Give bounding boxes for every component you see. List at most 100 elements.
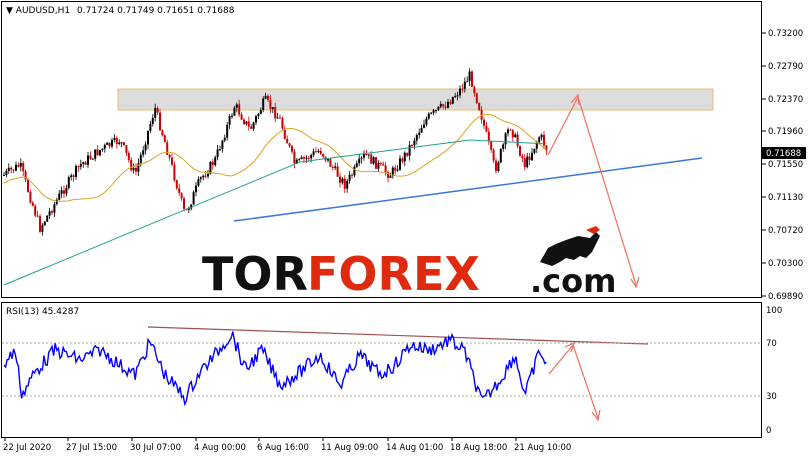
candle-body — [223, 137, 226, 141]
candle-body — [108, 142, 111, 147]
candle-body — [183, 198, 185, 209]
candle-body — [509, 129, 512, 131]
candle-body — [211, 161, 214, 166]
candle-body — [365, 153, 368, 156]
candle-body — [264, 95, 267, 99]
candle-body — [336, 166, 339, 177]
candle-body — [53, 204, 56, 213]
candle-body — [175, 180, 178, 189]
candle-body — [75, 166, 77, 177]
candle-body — [235, 104, 238, 108]
rsi-tick-label: 70 — [766, 339, 777, 349]
rsi-header: RSI(13) 45.4287 — [6, 307, 79, 317]
candle-body — [91, 158, 94, 160]
candle-body — [115, 137, 118, 144]
candle-body — [72, 175, 75, 177]
candle-body — [399, 158, 401, 170]
candle-body — [411, 145, 413, 147]
candle-body — [31, 202, 34, 206]
candle-body — [540, 134, 543, 138]
candle-body — [209, 161, 212, 174]
candle-body — [403, 152, 406, 162]
candle-body — [451, 97, 454, 104]
candle-body — [312, 151, 315, 155]
candle-body — [425, 118, 428, 125]
candle-body — [473, 86, 476, 94]
candle-body — [271, 107, 274, 109]
candle-body — [437, 106, 440, 111]
candle-body — [125, 145, 128, 153]
candle-body — [315, 151, 317, 153]
candle-body — [459, 88, 461, 96]
candle-body — [70, 175, 73, 178]
time-tick-label: 6 Aug 16:00 — [257, 443, 309, 453]
candle-body — [228, 116, 231, 125]
chart-canvas[interactable]: TOR FOREX .com ▼ AUDUSD,H1 0.71724 0.717… — [0, 0, 808, 458]
candle-body — [420, 127, 423, 133]
candle-body — [118, 142, 121, 144]
candle-body — [418, 132, 421, 135]
candle-body — [286, 138, 289, 144]
candle-body — [238, 104, 241, 115]
candle-body — [207, 173, 209, 177]
candle-body — [120, 142, 123, 144]
candle-body — [233, 107, 236, 116]
candle-body — [204, 175, 207, 177]
candle-body — [147, 130, 149, 145]
candle-body — [343, 178, 346, 189]
candle-body — [3, 174, 5, 176]
price-tick-label: 0.70300 — [768, 259, 803, 269]
candle-body — [307, 157, 310, 159]
candle-body — [485, 125, 488, 132]
candle-body — [132, 167, 135, 171]
candle-body — [139, 154, 142, 164]
candle-body — [523, 158, 526, 168]
price-chart-window[interactable]: TOR FOREX .com ▼ AUDUSD,H1 0.71724 0.717… — [0, 0, 808, 458]
candle-body — [202, 175, 205, 178]
candle-body — [245, 121, 248, 124]
candle-body — [48, 211, 51, 216]
candle-body — [89, 155, 92, 159]
candle-body — [166, 142, 169, 155]
candle-body — [468, 71, 471, 82]
candle-body — [19, 163, 22, 167]
candle-body — [46, 215, 49, 222]
time-tick-label: 21 Aug 10:00 — [514, 443, 571, 453]
logo-text-com: .com — [530, 262, 616, 300]
candle-body — [60, 190, 63, 194]
candle-body — [442, 104, 445, 107]
candle-body — [291, 146, 293, 152]
candle-body — [247, 121, 250, 127]
candle-body — [521, 155, 524, 159]
candle-body — [10, 167, 13, 170]
candle-body — [163, 135, 166, 143]
candle-body — [367, 154, 370, 156]
candle-body — [423, 124, 425, 128]
candle-body — [507, 129, 509, 134]
candle-body — [173, 164, 176, 181]
candle-body — [197, 179, 200, 186]
rsi-tick-label: 0 — [766, 426, 771, 436]
candle-body — [463, 81, 466, 89]
candle-body — [94, 149, 97, 159]
candle-body — [401, 158, 404, 162]
candle-body — [219, 149, 221, 151]
candle-body — [151, 117, 154, 124]
candle-body — [372, 157, 375, 164]
price-tick-label: 0.73200 — [768, 29, 803, 39]
price-tick-label: 0.72370 — [768, 95, 803, 105]
current-price-label: 0.71688 — [766, 149, 801, 159]
candle-body — [355, 163, 358, 167]
candle-body — [15, 164, 17, 171]
time-tick-label: 22 Jul 2020 — [3, 443, 51, 453]
candle-body — [492, 149, 495, 161]
candle-body — [22, 163, 25, 172]
candle-body — [156, 108, 159, 113]
candle-body — [334, 166, 337, 168]
rsi-tick-label: 100 — [766, 306, 782, 316]
candle-body — [490, 141, 493, 150]
candle-body — [432, 110, 435, 113]
candle-body — [195, 185, 197, 193]
candle-body — [466, 81, 469, 83]
logo-text-tor: TOR — [202, 247, 308, 301]
